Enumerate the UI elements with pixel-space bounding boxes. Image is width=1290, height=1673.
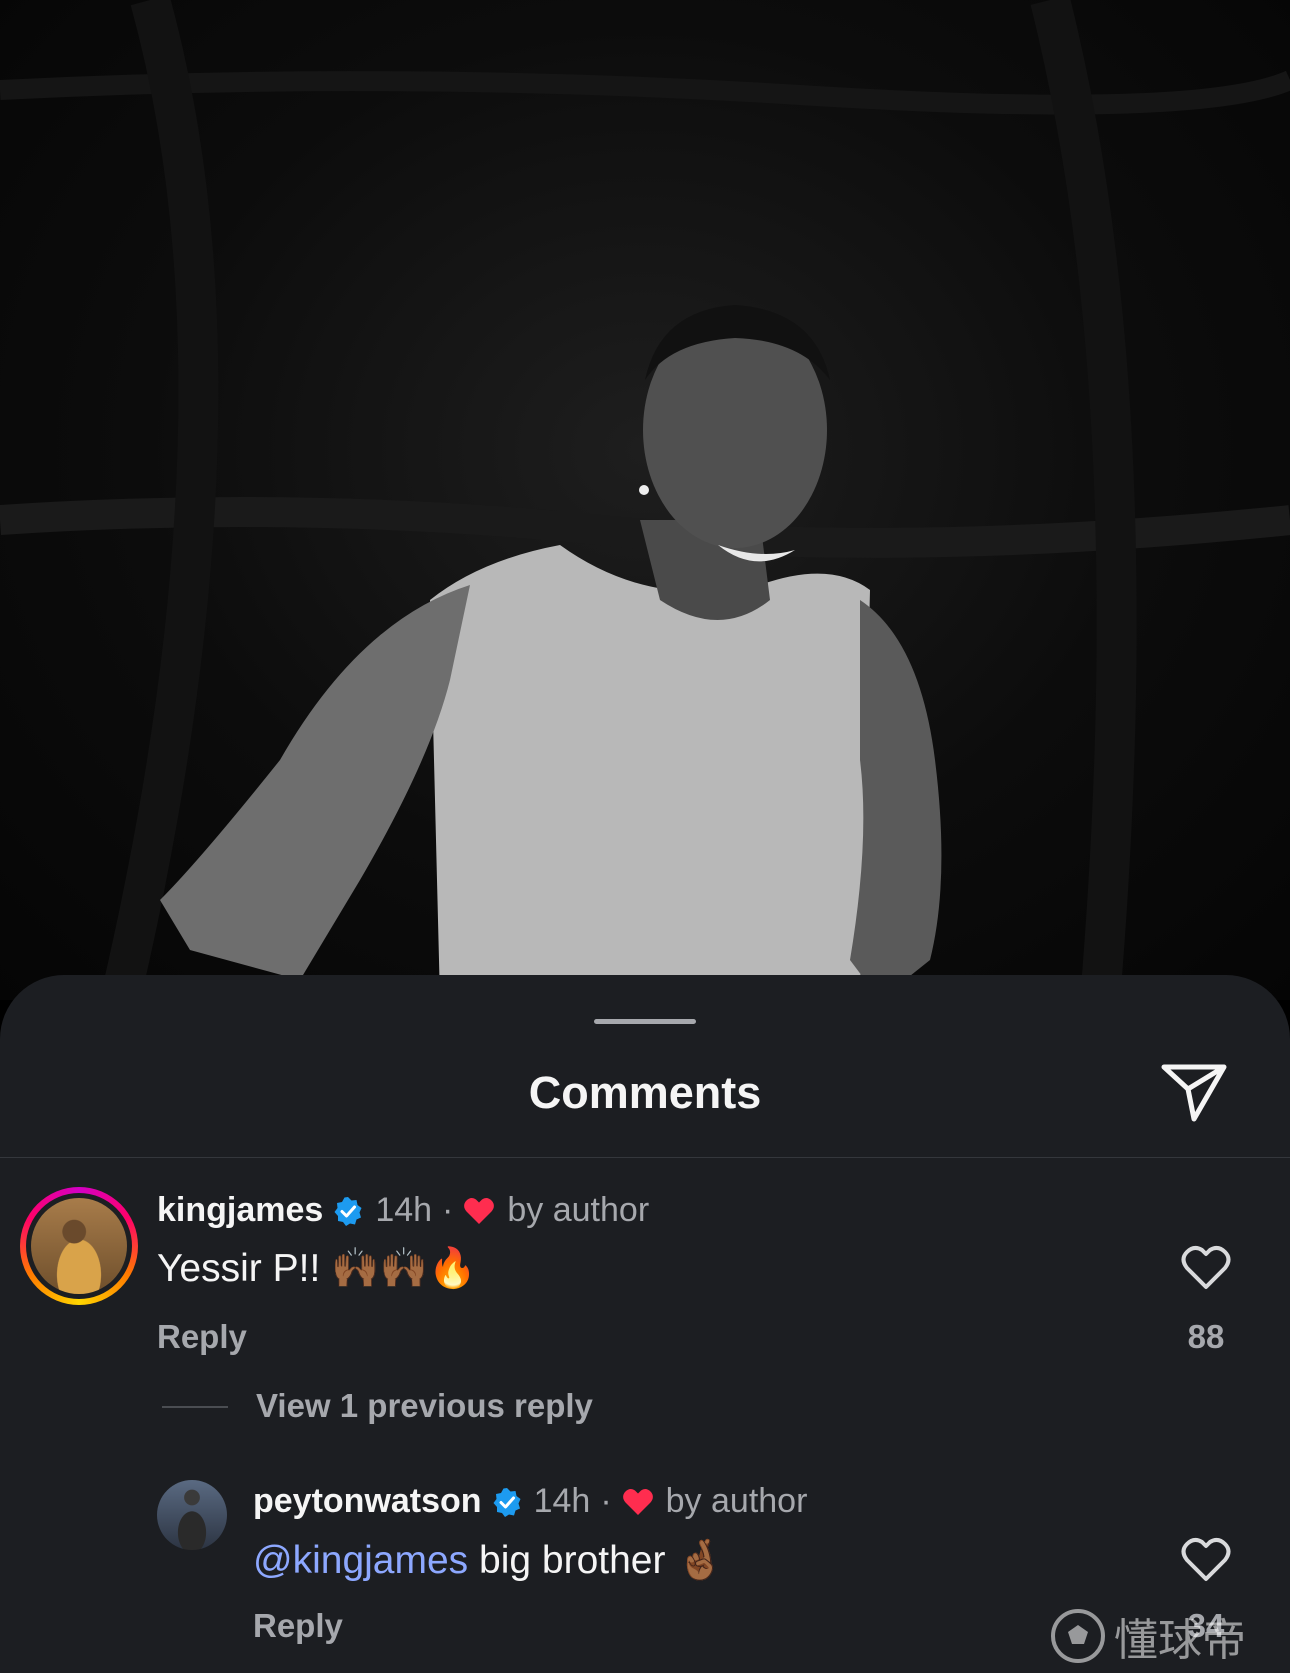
sheet-grabber[interactable] [594, 1019, 696, 1024]
comment-body: big brother 🤞🏾 [468, 1539, 725, 1582]
comment-time: 14h [375, 1191, 433, 1229]
comment-text: @kingjames big brother 🤞🏾 [253, 1537, 725, 1583]
like-count: 88 [1187, 1318, 1225, 1355]
separator-dot: · [442, 1191, 454, 1229]
author-liked-heart-icon [464, 1197, 495, 1224]
player-photo-illustration [0, 0, 1290, 1000]
post-photo [0, 0, 1290, 1000]
like-heart-icon[interactable] [1181, 1245, 1231, 1291]
paper-plane-icon [1161, 1064, 1227, 1122]
watermark-text: 懂球帝 [1114, 1616, 1246, 1665]
mention-link[interactable]: @kingjames [253, 1539, 468, 1582]
comment-username[interactable]: kingjames [157, 1191, 323, 1230]
share-button[interactable] [1158, 1059, 1230, 1125]
like-heart-icon[interactable] [1181, 1537, 1231, 1583]
comment-time: 14h [533, 1482, 591, 1520]
sheet-title: Comments [528, 1067, 762, 1118]
reply-button[interactable]: Reply [253, 1607, 343, 1645]
author-liked-heart-icon [622, 1488, 653, 1515]
avatar-kingjames[interactable] [20, 1187, 138, 1305]
liked-by-author-label: by author [507, 1191, 650, 1229]
separator-dot: · [600, 1482, 612, 1520]
reply-button[interactable]: Reply [157, 1318, 247, 1356]
verified-badge-icon [334, 1196, 362, 1226]
comment-meta: peytonwatson 14h · by author [253, 1482, 807, 1521]
avatar-peytonwatson[interactable] [157, 1480, 227, 1550]
comment-username[interactable]: peytonwatson [253, 1482, 482, 1521]
avatar-image [31, 1198, 127, 1294]
watermark: 懂球帝 [1050, 1604, 1246, 1668]
verified-badge-icon [493, 1487, 521, 1517]
replies-line [162, 1406, 228, 1408]
comment-meta: kingjames 14h · by author [157, 1191, 649, 1230]
soccer-ball-icon [1051, 1609, 1105, 1663]
comment-text: Yessir P!! 🙌🏾🙌🏾🔥 [157, 1247, 477, 1290]
liked-by-author-label: by author [665, 1482, 808, 1520]
view-previous-replies-button[interactable]: View 1 previous reply [256, 1387, 593, 1425]
header-divider [0, 1157, 1290, 1158]
